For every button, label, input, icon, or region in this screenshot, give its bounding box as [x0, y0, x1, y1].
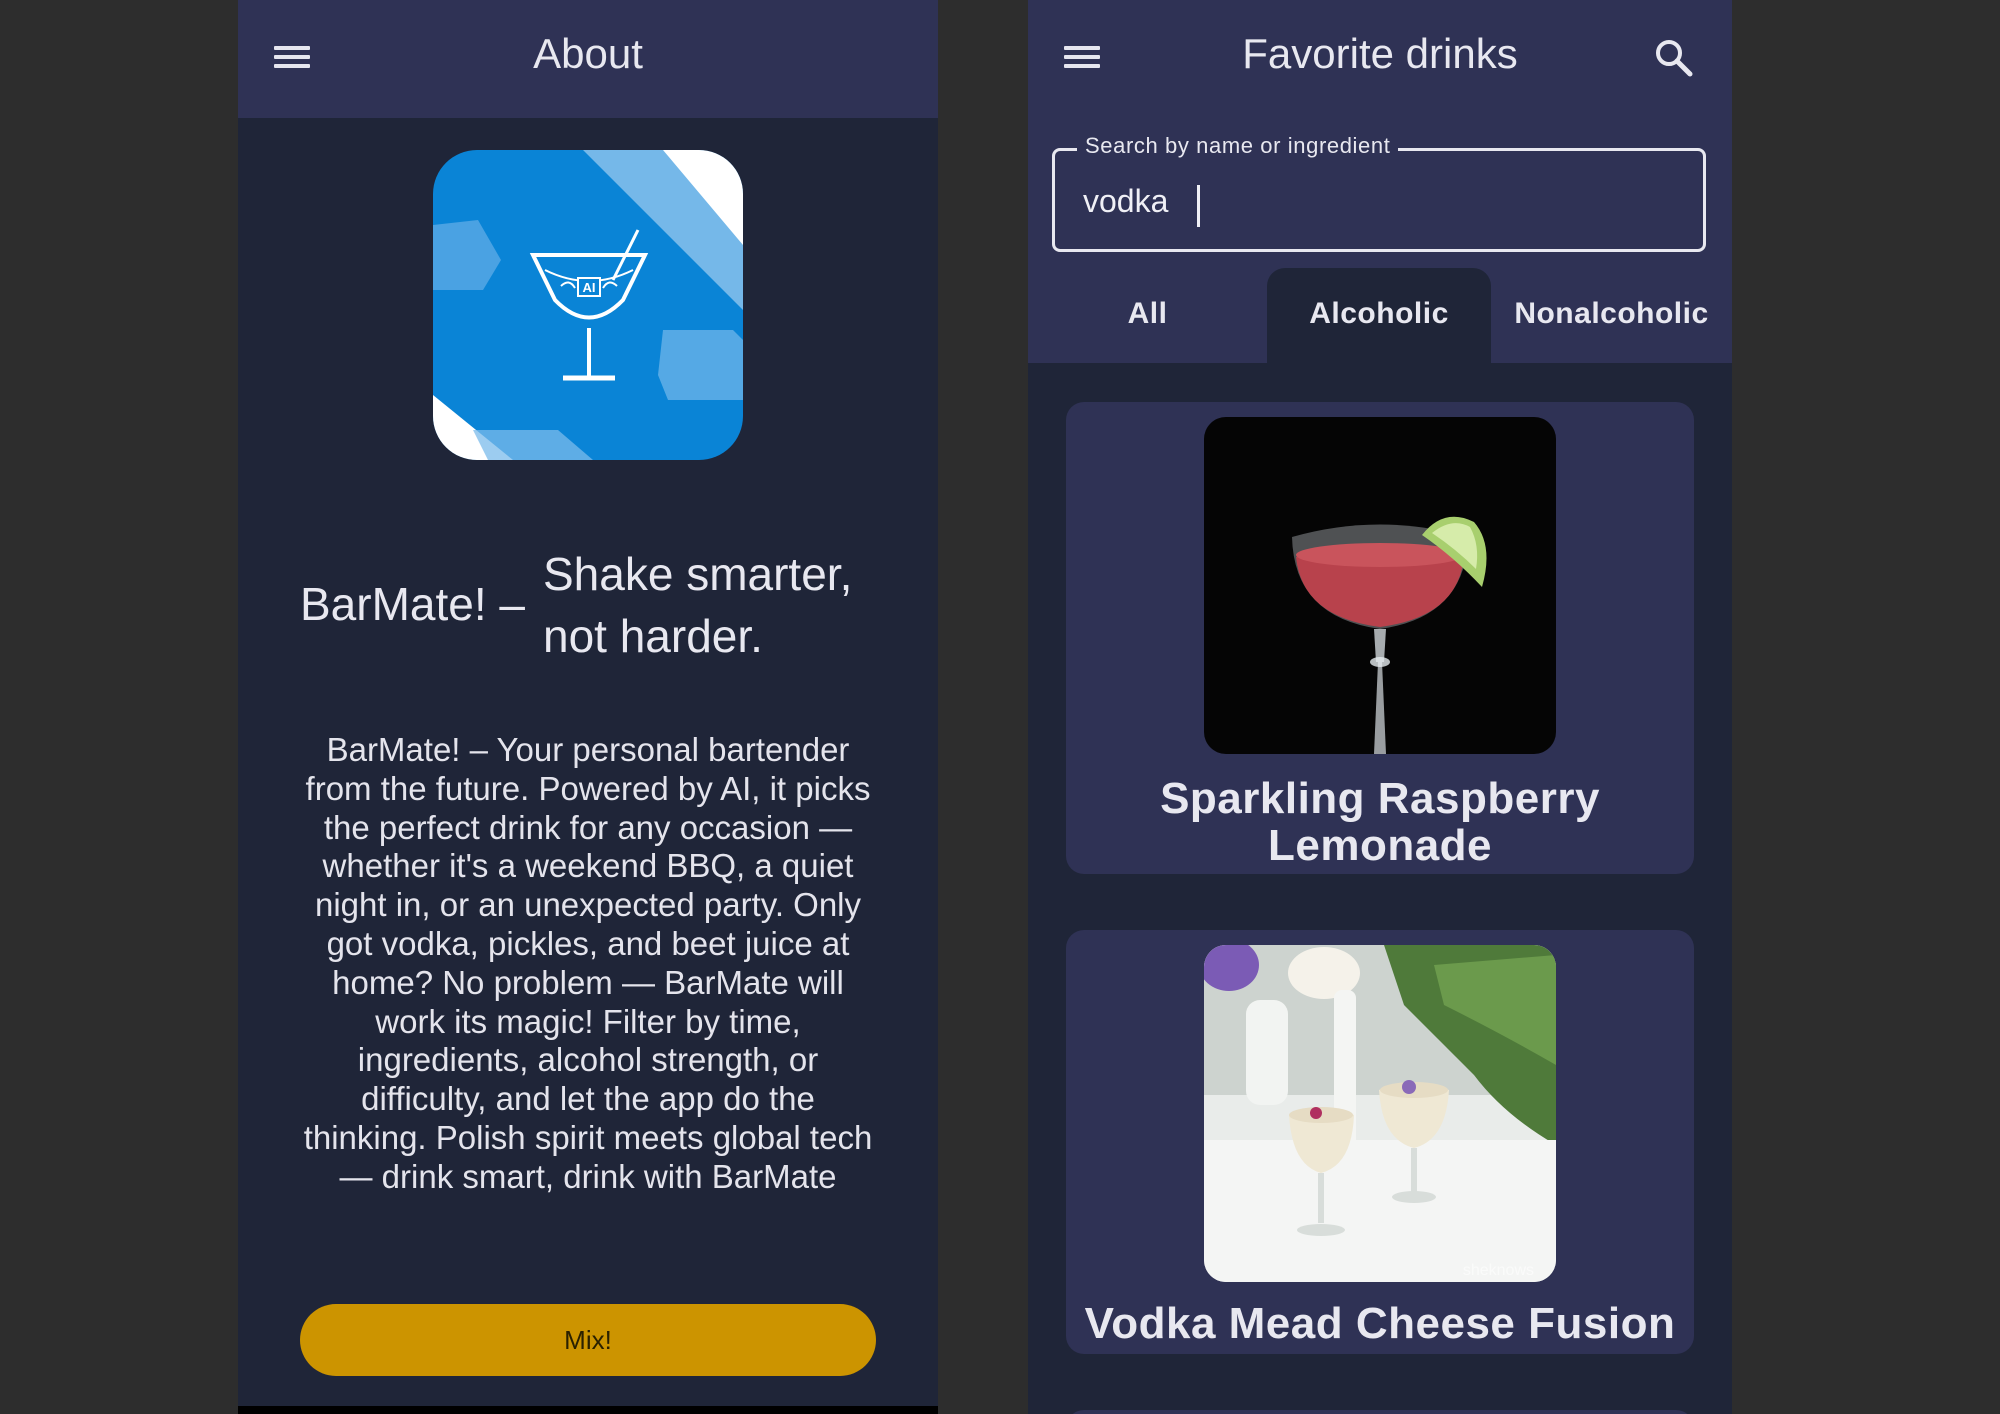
drink-image: [1204, 417, 1556, 754]
drink-name: Vodka Mead Cheese Fusion: [1084, 1299, 1676, 1348]
drink-card[interactable]: [1066, 1410, 1694, 1414]
drink-image: sheknows: [1204, 945, 1556, 1282]
about-app-bar: About: [238, 0, 938, 118]
tagline: BarMate! – Shake smarter, not harder.: [300, 543, 900, 673]
tab-nonalcoholic[interactable]: Nonalcoholic: [1491, 268, 1732, 363]
drink-card[interactable]: Sparkling Raspberry Lemonade: [1066, 402, 1694, 874]
search-label: Search by name or ingredient: [1077, 133, 1399, 159]
favorites-app-bar: Favorite drinks Search by name or ingred…: [1028, 0, 1732, 363]
tab-all[interactable]: All: [1028, 268, 1267, 363]
mix-button[interactable]: Mix!: [300, 1304, 876, 1376]
text-cursor: [1197, 185, 1200, 227]
brand-name: BarMate! –: [300, 578, 525, 630]
about-screen: About AI BarMate! – Shake smarter, not h…: [238, 0, 938, 1414]
search-icon[interactable]: [1650, 34, 1698, 82]
motto: Shake smarter, not harder.: [543, 548, 853, 662]
tab-alcoholic[interactable]: Alcoholic: [1267, 268, 1491, 363]
drink-name: Sparkling Raspberry Lemonade: [1160, 774, 1600, 870]
search-field[interactable]: Search by name or ingredient: [1052, 133, 1706, 252]
search-input[interactable]: [1083, 179, 1643, 223]
app-description: BarMate! – Your personal bartender from …: [303, 731, 873, 1195]
navigation-bar: [238, 1406, 938, 1414]
category-tabs: All Alcoholic Nonalcoholic: [1028, 268, 1732, 363]
svg-text:AI: AI: [583, 280, 596, 295]
app-logo: AI: [433, 150, 743, 460]
page-title: About: [533, 30, 643, 77]
favorites-screen: Favorite drinks Search by name or ingred…: [1028, 0, 1732, 1414]
page-title: Favorite drinks: [1242, 30, 1518, 77]
drink-card[interactable]: sheknows Vodka Mead Cheese Fusion: [1066, 930, 1694, 1354]
svg-text:sheknows: sheknows: [1463, 1262, 1534, 1279]
